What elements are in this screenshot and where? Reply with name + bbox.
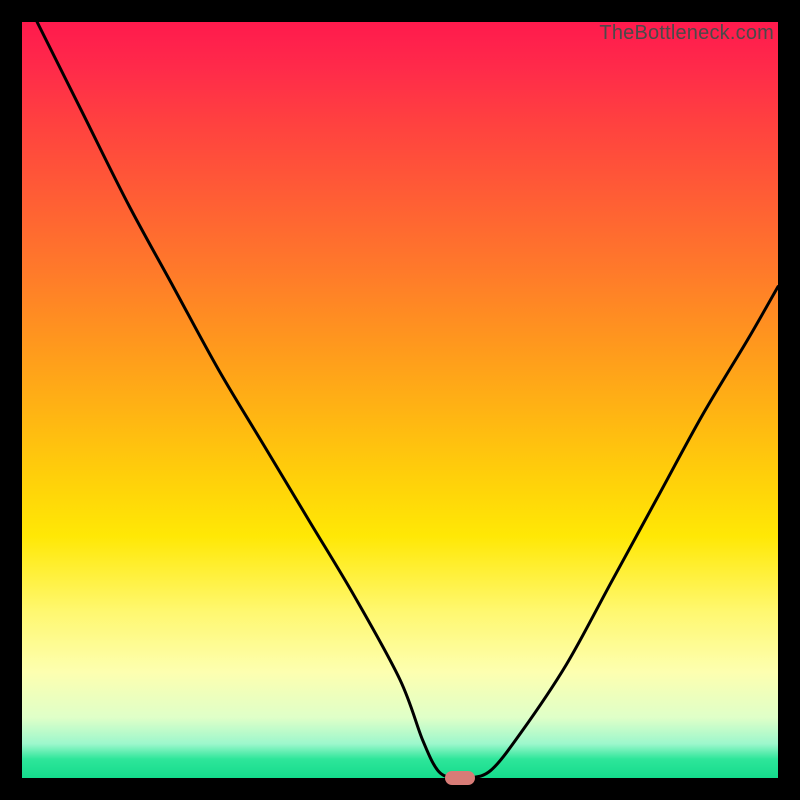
- optimal-marker: [445, 771, 475, 785]
- bottleneck-curve: [22, 22, 778, 778]
- curve-path: [37, 22, 778, 779]
- chart-plot-area: TheBottleneck.com: [22, 22, 778, 778]
- chart-frame: TheBottleneck.com: [0, 0, 800, 800]
